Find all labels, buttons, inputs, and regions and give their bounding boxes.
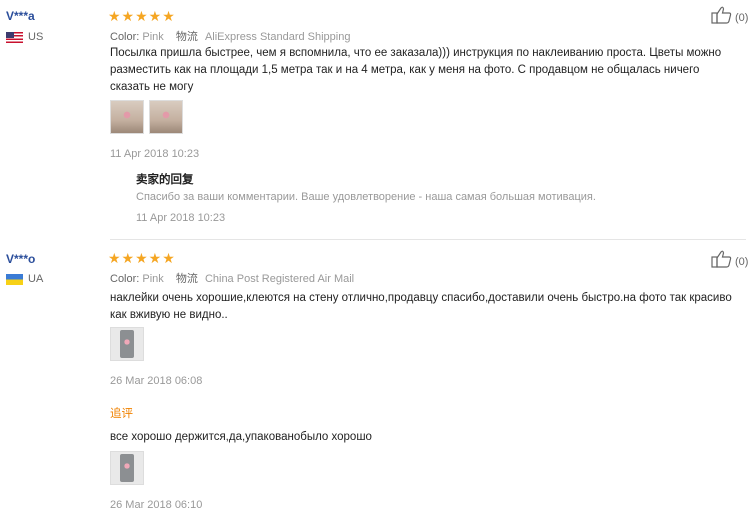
color-label: Color: (110, 31, 140, 43)
review-photos (110, 100, 183, 134)
star-rating: ★★★★★ (108, 250, 176, 266)
followup-photo[interactable] (110, 451, 144, 485)
review-meta: Color: Pink 物流 AliExpress Standard Shipp… (110, 28, 350, 44)
helpful-count: (0) (735, 256, 749, 268)
review-date: 26 Mar 2018 06:08 (110, 375, 203, 387)
country-code: UA (28, 273, 44, 285)
shipping-label: 物流 (175, 273, 198, 285)
color-label: Color: (110, 273, 140, 285)
shipping-value: AliExpress Standard Shipping (204, 31, 351, 43)
shipping-label: 物流 (175, 31, 198, 43)
reviewer-name[interactable]: V***o (6, 252, 35, 266)
thumbs-up-icon (711, 250, 732, 268)
review-date: 11 Apr 2018 10:23 (110, 148, 200, 160)
review-meta: Color: Pink 物流 China Post Registered Air… (110, 270, 354, 286)
thumbs-up-icon (711, 6, 732, 24)
shipping-value: China Post Registered Air Mail (204, 273, 355, 285)
reviewer-name[interactable]: V***a (6, 9, 35, 23)
seller-reply-title: 卖家的回复 (136, 174, 194, 186)
seller-reply-text: Спасибо за ваши комментарии. Ваше удовле… (136, 191, 596, 203)
seller-reply-date: 11 Apr 2018 10:23 (136, 212, 226, 224)
helpful-button[interactable]: (0) (711, 6, 748, 24)
ua-flag-icon (6, 273, 23, 285)
helpful-count: (0) (735, 12, 749, 24)
followup-text: все хорошо держится,да,упакованобыло хор… (110, 431, 372, 443)
review-text: наклейки очень хорошие,клеются на стену … (110, 292, 732, 321)
reviewer-country: US (6, 31, 43, 43)
review-photo[interactable] (149, 100, 183, 134)
color-value: Pink (142, 31, 164, 43)
review-photo[interactable] (110, 327, 144, 361)
followup-date: 26 Mar 2018 06:10 (110, 499, 203, 511)
helpful-button[interactable]: (0) (711, 250, 748, 268)
us-flag-icon (6, 31, 23, 43)
review-photos (110, 327, 144, 361)
review-divider (110, 239, 746, 240)
reviewer-country: UA (6, 273, 43, 285)
followup-photos (110, 451, 144, 485)
star-rating: ★★★★★ (108, 8, 176, 24)
review-text: Посылка пришла быстрее, чем я вспомнила,… (110, 47, 722, 93)
review-photo[interactable] (110, 100, 144, 134)
followup-title: 追评 (110, 408, 133, 420)
color-value: Pink (142, 273, 164, 285)
country-code: US (28, 31, 44, 43)
